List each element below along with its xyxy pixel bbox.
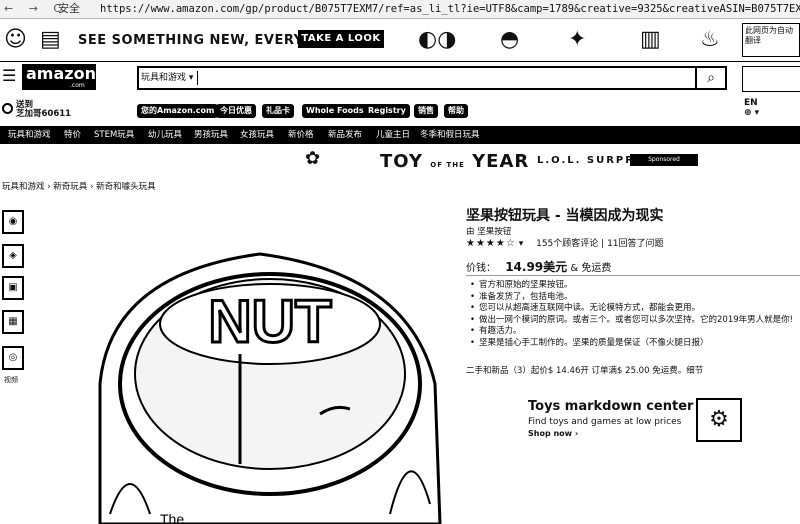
- header-popup-edge: [742, 66, 800, 92]
- thumbnail-3[interactable]: ▣: [2, 276, 24, 300]
- secondary-nav: 送到 芝加哥60611 您的Amazon.com 今日优惠 礼品卡 Whole …: [0, 98, 800, 122]
- lol-logo-icon: ✿: [305, 148, 321, 169]
- browser-address-bar: ← → C 安全 https://www.amazon.com/gp/produ…: [0, 0, 800, 19]
- search-category-dropdown[interactable]: 玩具和游戏 ▾: [141, 71, 199, 85]
- price-row: 价钱： 14.99美元 & 免运费: [466, 258, 611, 275]
- feature-bullets: 官方和原始的坚果按钮。 准备发货了，包括电池。 您可以从超高速互联网中读。无论模…: [470, 280, 800, 349]
- divider: [466, 275, 800, 276]
- toy-of-the-year-banner[interactable]: ✿ TOY OF THE YEAR L.O.L. SURPRISE Sponso…: [0, 146, 800, 176]
- year-word: YEAR: [472, 151, 530, 172]
- tv-icon: ▤: [40, 27, 61, 52]
- customer-reviews-link[interactable]: 155个顾客评论: [536, 239, 598, 249]
- dept-boys[interactable]: 男孩玩具: [194, 128, 228, 142]
- search-icon[interactable]: ⌕: [695, 68, 725, 88]
- sponsored-tag: Sponsored: [630, 154, 698, 166]
- family-icon: ☺: [4, 27, 27, 52]
- of-the-word: OF THE: [430, 161, 465, 169]
- shipping-label[interactable]: & 免运费: [570, 263, 611, 274]
- cat-icon: ✦: [568, 27, 587, 52]
- nav-todays-deals[interactable]: 今日优惠: [216, 104, 256, 118]
- nut-button-illustration: NUT The: [98, 252, 442, 524]
- secure-label: 安全: [58, 2, 80, 15]
- url-field[interactable]: https://www.amazon.com/gp/product/B075T7…: [100, 0, 800, 18]
- translation-popup[interactable]: 此网页为自动翻译: [742, 23, 800, 57]
- nav-registry[interactable]: Registry: [364, 104, 410, 118]
- dept-kids-day[interactable]: 儿童主日: [376, 128, 410, 142]
- thumbnail-1[interactable]: ◉: [2, 210, 24, 234]
- price-value: 14.99美元: [505, 260, 568, 274]
- thumbnail-2[interactable]: ◈: [2, 244, 24, 268]
- list-item: 坚果是插心手工制作的。坚果的质量是保证（不像火腿日报）: [470, 338, 800, 350]
- list-item: 官方和原始的坚果按钮。: [470, 280, 800, 292]
- toys-markdown-ad[interactable]: Toys markdown center Find toys and games…: [528, 398, 800, 448]
- dept-stem[interactable]: STEM玩具: [94, 128, 134, 142]
- chart-icon: ▥: [640, 27, 661, 52]
- rating-row: ★★★★☆ ▾ 155个顾客评论 | 11回答了问题: [466, 238, 664, 249]
- nav-whole-foods[interactable]: Whole Foods: [302, 104, 368, 118]
- deliver-to-city: 芝加哥60611: [16, 109, 72, 119]
- ad-headline: Toys markdown center: [528, 399, 694, 414]
- menu-icon[interactable]: ☰: [2, 68, 18, 84]
- toy-robot-icon: ⚙: [696, 398, 742, 442]
- nav-help[interactable]: 帮助: [444, 104, 468, 118]
- take-a-look-button[interactable]: TAKE A LOOK: [298, 30, 384, 48]
- thumbnail-4[interactable]: ▦: [2, 310, 24, 334]
- bottom-label: The: [160, 511, 184, 524]
- logo-text: amazon: [26, 64, 96, 83]
- nav-gift-cards[interactable]: 礼品卡: [262, 104, 294, 118]
- dept-girls[interactable]: 女孩玩具: [240, 128, 274, 142]
- used-and-new-offers[interactable]: 二手和新品（3）起价$ 14.46开 订单满$ 25.00 免运费。细节: [466, 364, 703, 376]
- nav-sell[interactable]: 销售: [414, 104, 438, 118]
- list-item: 您可以从超高速互联网中读。无论模特方式，都能会更用。: [470, 303, 800, 315]
- sunglasses-icon: ◐◑: [418, 27, 457, 52]
- ad-subline: Find toys and games at low prices: [528, 417, 682, 427]
- department-bar: 玩具和游戏 特价 STEM玩具 幼儿玩具 男孩玩具 女孩玩具 新价格 新品发布 …: [0, 126, 800, 144]
- price-label: 价钱：: [466, 263, 496, 274]
- location-pin-icon: [2, 103, 13, 114]
- list-item: 准备发货了，包括电池。: [470, 292, 800, 304]
- amazon-logo[interactable]: amazon .com: [22, 64, 96, 90]
- thumbnail-video[interactable]: ◎: [2, 346, 24, 370]
- main-product-image[interactable]: NUT The: [90, 214, 450, 524]
- shop-now-link[interactable]: Shop now ›: [528, 429, 578, 438]
- dept-toys-games[interactable]: 玩具和游戏: [8, 128, 51, 142]
- search-bar[interactable]: 玩具和游戏 ▾ ⌕: [137, 66, 727, 90]
- nut-label: NUT: [208, 288, 331, 355]
- toy-banner-title: TOY OF THE YEAR: [380, 151, 529, 172]
- language-code: EN: [744, 98, 758, 108]
- video-label: 视频: [4, 376, 18, 384]
- list-item: 做出一网个模词的原词。或者三个。或者您可以多次坚持。它的2019年男人就是你!: [470, 315, 800, 327]
- breadcrumb[interactable]: 玩具和游戏 › 新奇玩具 › 新奇和噱头玩具: [2, 180, 156, 192]
- toy-word: TOY: [380, 151, 423, 172]
- mug-icon: ♨: [700, 27, 720, 52]
- product-title: 坚果按钮玩具 - 当模因成为现实: [466, 208, 664, 224]
- chevron-down-icon[interactable]: ▾: [519, 239, 524, 249]
- globe-icon: ⊕ ▾: [744, 108, 760, 118]
- dept-deals[interactable]: 特价: [64, 128, 81, 142]
- dept-new-release[interactable]: 新品发布: [328, 128, 362, 142]
- bowl-icon: ◓: [500, 27, 520, 52]
- dept-new-price[interactable]: 新价格: [288, 128, 314, 142]
- nav-your-amazon[interactable]: 您的Amazon.com: [137, 104, 219, 118]
- star-rating[interactable]: ★★★★☆: [466, 238, 516, 249]
- logo-sub: .com: [70, 82, 85, 89]
- answered-questions-link[interactable]: 11回答了问题: [607, 239, 663, 249]
- promo-banner[interactable]: ☺ ▤ SEE SOMETHING NEW, EVERY DAY. TAKE A…: [0, 19, 800, 62]
- site-header: ☰ amazon .com 玩具和游戏 ▾ ⌕: [0, 62, 800, 98]
- dept-winter-holiday[interactable]: 冬季和假日玩具: [420, 128, 480, 142]
- list-item: 有趣活力。: [470, 326, 800, 338]
- dept-toddler[interactable]: 幼儿玩具: [148, 128, 182, 142]
- language-selector[interactable]: EN ⊕ ▾: [744, 98, 759, 118]
